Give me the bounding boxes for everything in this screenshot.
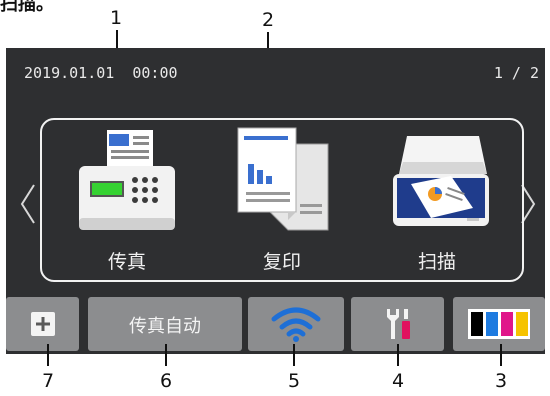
date-time: 2019.01.01 00:00 <box>24 64 178 82</box>
wifi-button[interactable] <box>248 297 344 351</box>
callout-1: 1 <box>109 7 123 29</box>
callout-4: 4 <box>391 370 405 392</box>
callout-2: 2 <box>261 9 275 31</box>
callout-3-leader <box>500 344 502 366</box>
scan-button[interactable]: 扫描 <box>372 120 502 280</box>
settings-button[interactable] <box>351 297 444 351</box>
copy-button[interactable]: 复印 <box>217 120 347 280</box>
callout-6-leader <box>165 344 167 366</box>
page-caption: 扫描。 <box>0 0 54 15</box>
fax-mode-label: 传真自动 <box>129 316 201 337</box>
callout-7: 7 <box>41 370 55 392</box>
callout-3: 3 <box>494 370 508 392</box>
shortcut-add-button[interactable] <box>6 297 79 351</box>
chevron-left-icon[interactable] <box>18 183 38 225</box>
ink-button[interactable] <box>453 297 545 351</box>
fax-mode-button[interactable]: 传真自动 <box>88 297 242 351</box>
app-panel: 传真 复印 扫描 <box>40 118 524 282</box>
bottom-bar: 传真自动 <box>6 297 545 351</box>
callout-5: 5 <box>287 370 301 392</box>
page-indicator: 1 / 2 <box>493 64 539 82</box>
callout-7-leader <box>47 344 49 366</box>
wifi-icon <box>271 307 321 342</box>
callout-6: 6 <box>159 370 173 392</box>
fax-label: 传真 <box>107 251 146 273</box>
callout-4-leader <box>397 344 399 366</box>
scan-icon <box>393 136 489 226</box>
scan-label: 扫描 <box>417 251 456 273</box>
ink-icon <box>468 309 530 339</box>
copy-label: 复印 <box>262 251 301 273</box>
fax-icon <box>79 130 175 230</box>
copy-icon <box>237 127 329 231</box>
plus-icon <box>31 312 55 336</box>
fax-button[interactable]: 传真 <box>62 120 192 280</box>
callout-5-leader <box>293 344 295 366</box>
settings-icon <box>387 309 410 339</box>
